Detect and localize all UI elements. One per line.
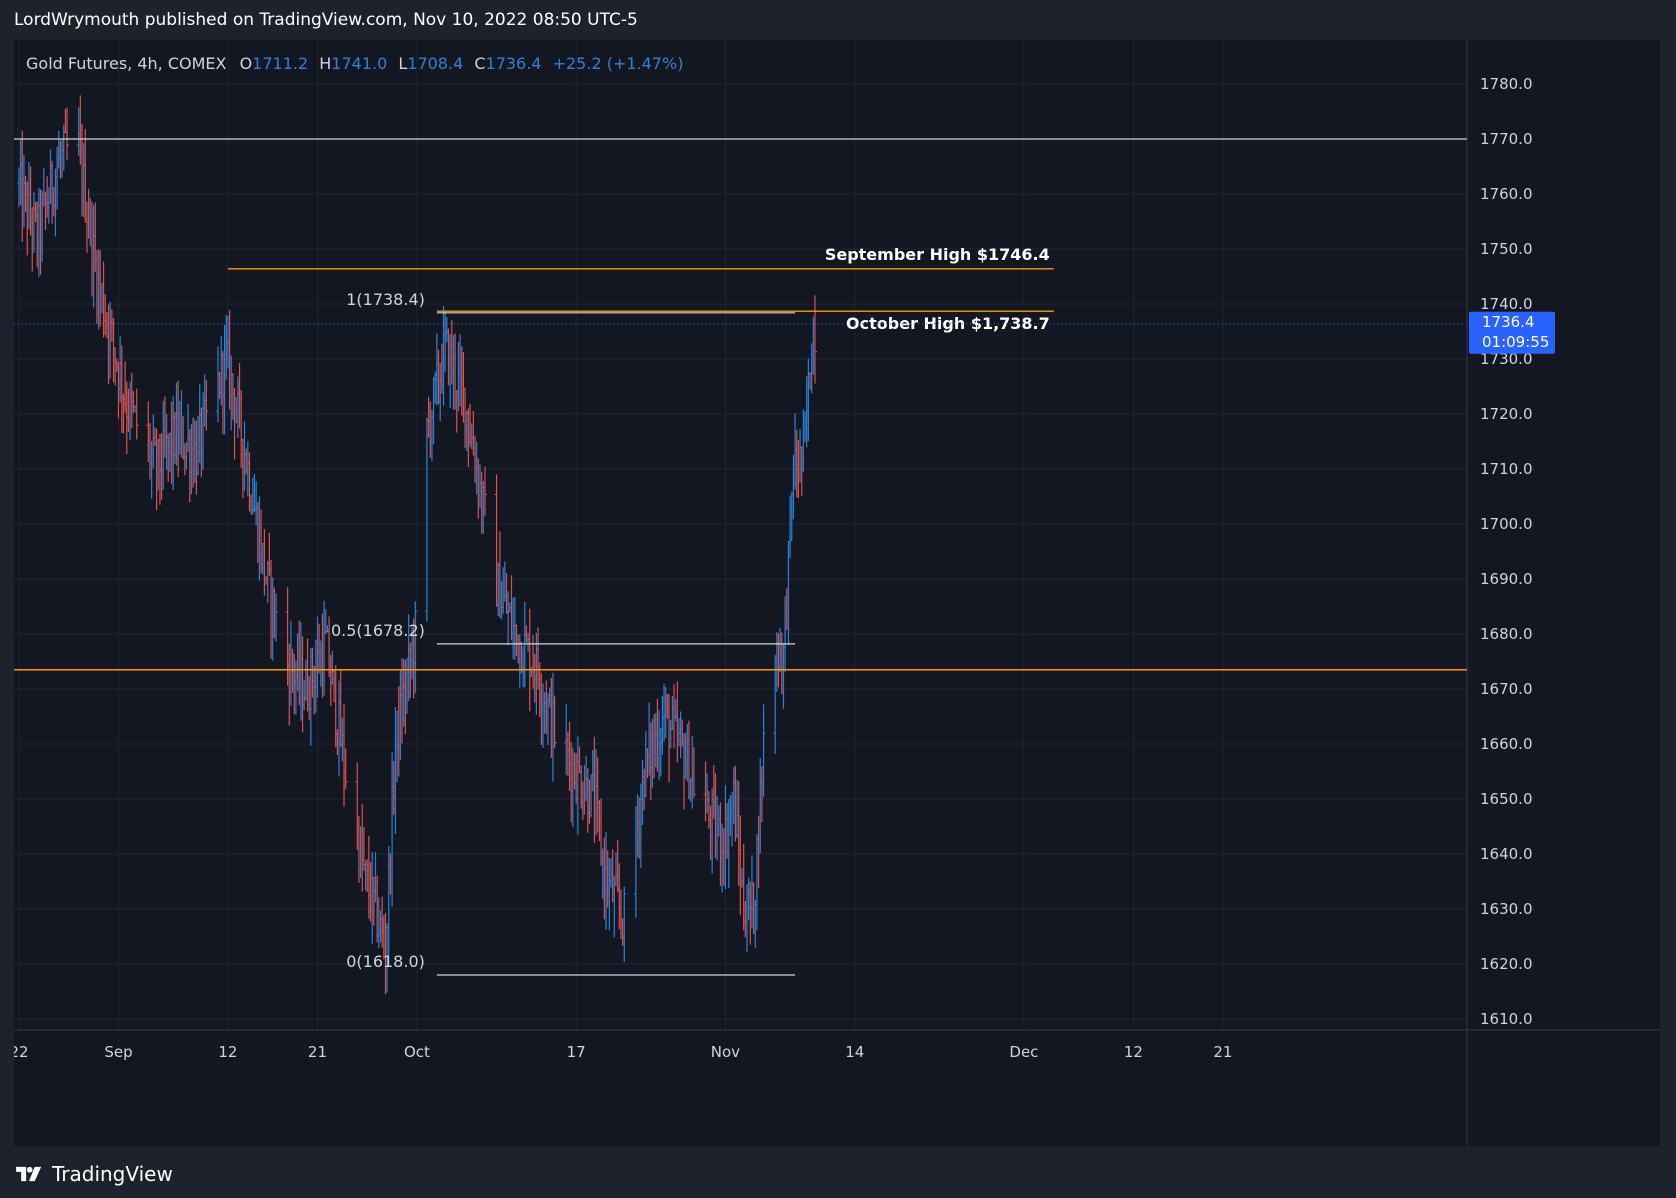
y-tick-label: 1700.0	[1480, 515, 1533, 533]
y-tick-label: 1720.0	[1480, 405, 1533, 423]
open-value: 1711.2	[252, 54, 309, 73]
fib-level-label: 0.5(1678.2)	[331, 621, 425, 640]
low-label: L	[398, 54, 408, 73]
footer-brand: TradingView	[52, 1162, 173, 1186]
fib-level-label: 1(1738.4)	[346, 290, 425, 309]
september-high-label: September High $1746.4	[825, 245, 1050, 264]
ohlc-chart[interactable]: 1780.01770.01760.01750.01740.01730.01720…	[14, 40, 1660, 1146]
y-tick-label: 1750.0	[1480, 240, 1533, 258]
open-label: O	[239, 54, 253, 73]
high-value: 1741.0	[331, 54, 388, 73]
symbol-legend: Gold Futures, 4h, COMEX O1711.2 H1741.0 …	[26, 54, 689, 73]
x-tick-label: 22	[14, 1043, 29, 1061]
y-tick-label: 1610.0	[1480, 1010, 1533, 1028]
change-value: +25.2 (+1.47%)	[552, 54, 684, 73]
y-tick-label: 1660.0	[1480, 735, 1533, 753]
y-tick-label: 1770.0	[1480, 130, 1533, 148]
x-tick-label: 12	[1124, 1043, 1143, 1061]
x-tick-label: 21	[1213, 1043, 1232, 1061]
symbol-title: Gold Futures, 4h, COMEX	[26, 54, 227, 73]
x-tick-label: 12	[218, 1043, 237, 1061]
low-value: 1708.4	[407, 54, 464, 73]
y-tick-label: 1690.0	[1480, 570, 1533, 588]
x-tick-label: 17	[567, 1043, 586, 1061]
y-tick-label: 1760.0	[1480, 185, 1533, 203]
current-price-countdown: 01:09:55	[1482, 333, 1549, 351]
x-tick-label: 21	[308, 1043, 327, 1061]
current-price-value: 1736.4	[1482, 313, 1535, 331]
x-tick-label: 14	[845, 1043, 864, 1061]
footer: TradingView	[14, 1162, 173, 1186]
x-tick-label: Dec	[1009, 1043, 1038, 1061]
y-tick-label: 1780.0	[1480, 75, 1533, 93]
x-tick-label: Nov	[711, 1043, 740, 1061]
y-tick-label: 1740.0	[1480, 295, 1533, 313]
y-tick-label: 1630.0	[1480, 900, 1533, 918]
close-label: C	[474, 54, 486, 73]
tradingview-logo-icon	[16, 1166, 42, 1182]
x-tick-label: Oct	[404, 1043, 430, 1061]
y-tick-label: 1650.0	[1480, 790, 1533, 808]
y-tick-label: 1670.0	[1480, 680, 1533, 698]
high-label: H	[319, 54, 332, 73]
fib-level-label: 0(1618.0)	[346, 952, 425, 971]
y-tick-label: 1620.0	[1480, 955, 1533, 973]
y-tick-label: 1680.0	[1480, 625, 1533, 643]
y-tick-label: 1640.0	[1480, 845, 1533, 863]
publish-header: LordWrymouth published on TradingView.co…	[14, 10, 638, 30]
chart-pane[interactable]: 1780.0 1770.0 1760.0 1750.0 1740.0 1730.0 1720…	[14, 40, 1660, 1146]
x-tick-label: Sep	[104, 1043, 132, 1061]
october-high-label: October High $1,738.7	[846, 314, 1050, 333]
y-tick-label: 1710.0	[1480, 460, 1533, 478]
close-value: 1736.4	[485, 54, 542, 73]
